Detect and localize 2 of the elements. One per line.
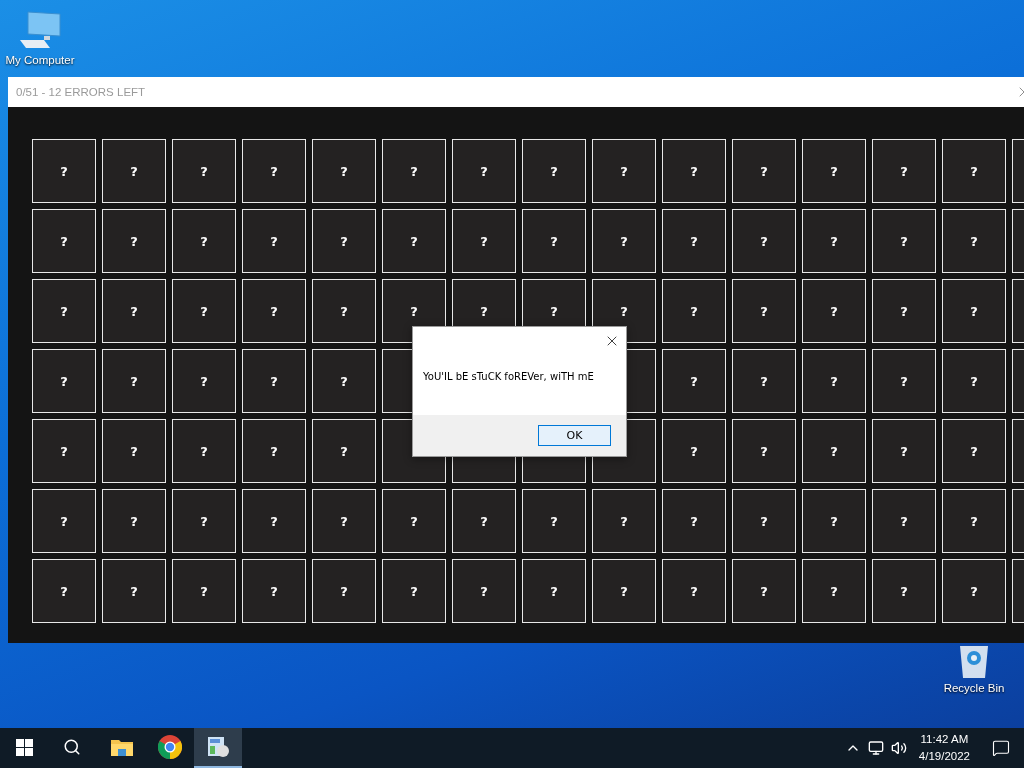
window-title: 0/51 - 12 ERRORS LEFT — [16, 86, 146, 98]
dialog-message: YoU'IL bE sTuCK foREVer, wiTH mE — [423, 370, 594, 382]
